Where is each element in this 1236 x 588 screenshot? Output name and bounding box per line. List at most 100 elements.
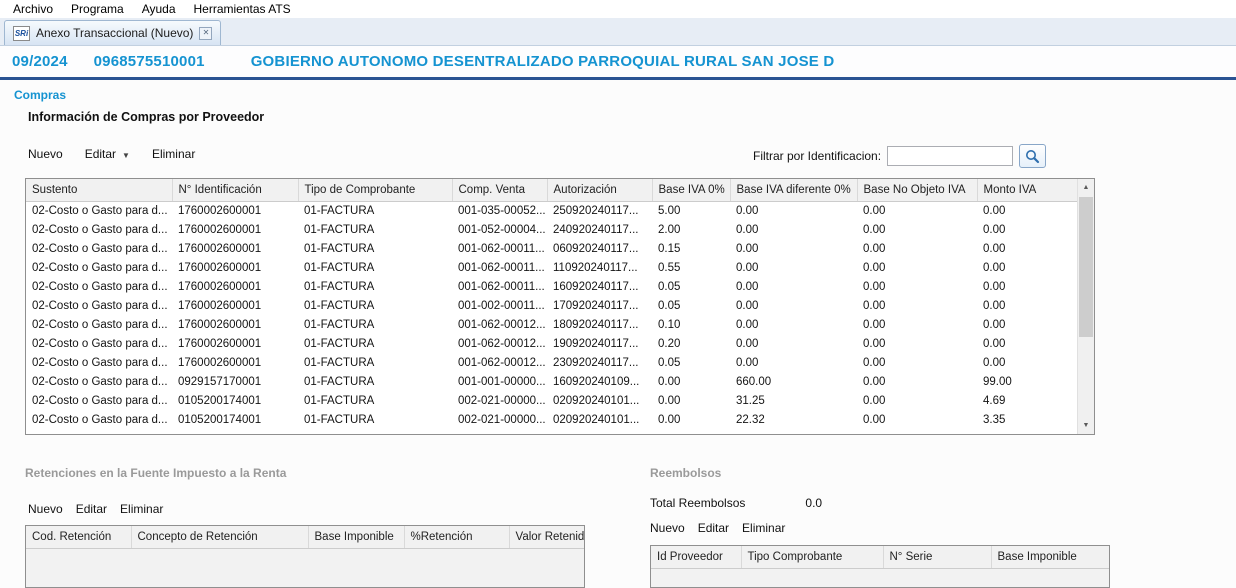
table-cell: 001-062-00012... (452, 334, 547, 353)
ret-editar-button[interactable]: Editar (76, 502, 107, 516)
tab-close-icon[interactable]: ✕ (199, 27, 212, 40)
table-cell: 001-062-00011... (452, 258, 547, 277)
column-header[interactable]: Base IVA diferente 0% (730, 179, 857, 201)
sri-logo-icon: SRi (13, 26, 30, 41)
table-cell: 0.00 (857, 239, 977, 258)
table-cell: 020920240101... (547, 391, 652, 410)
table-cell: 0.00 (730, 258, 857, 277)
menu-ayuda[interactable]: Ayuda (133, 2, 185, 16)
column-header[interactable]: Sustento (26, 179, 172, 201)
menu-herramientas-ats[interactable]: Herramientas ATS (185, 2, 300, 16)
table-cell: 01-FACTURA (298, 277, 452, 296)
table-cell: 0.00 (652, 391, 730, 410)
table-cell: 02-Costo o Gasto para d... (26, 277, 172, 296)
column-header[interactable]: Tipo Comprobante (741, 546, 883, 568)
search-button[interactable] (1019, 144, 1046, 168)
column-header[interactable]: Monto IVA (977, 179, 1077, 201)
page-title: Información de Compras por Proveedor (28, 110, 264, 124)
menu-programa[interactable]: Programa (62, 2, 133, 16)
table-cell: 1760002600001 (172, 334, 298, 353)
vertical-scrollbar[interactable]: ▲ ▼ (1077, 179, 1094, 434)
table-row[interactable]: 02-Costo o Gasto para d...17600026000010… (26, 201, 1077, 220)
table-cell: 0.10 (652, 315, 730, 334)
table-cell: 99.00 (977, 372, 1077, 391)
table-cell: 0.00 (857, 277, 977, 296)
column-header[interactable]: Cod. Retención (26, 526, 131, 548)
table-cell: 0.00 (730, 277, 857, 296)
data-grid: Id ProveedorTipo ComprobanteN° SerieBase… (651, 546, 1110, 569)
table-cell: 1760002600001 (172, 239, 298, 258)
column-header[interactable]: Valor Retenido (509, 526, 584, 548)
table-cell: 0.00 (857, 391, 977, 410)
column-header[interactable]: Base No Objeto IVA (857, 179, 977, 201)
column-header[interactable]: Autorización (547, 179, 652, 201)
table-cell: 0.00 (857, 410, 977, 429)
column-header[interactable]: Base IVA 0% (652, 179, 730, 201)
table-row[interactable]: 02-Costo o Gasto para d...17600026000010… (26, 315, 1077, 334)
filter-input[interactable] (887, 146, 1013, 166)
table-cell: 001-062-00011... (452, 277, 547, 296)
ree-nuevo-button[interactable]: Nuevo (650, 521, 685, 535)
ret-eliminar-button[interactable]: Eliminar (120, 502, 163, 516)
table-cell: 02-Costo o Gasto para d... (26, 353, 172, 372)
table-cell: 01-FACTURA (298, 258, 452, 277)
table-cell: 001-062-00012... (452, 353, 547, 372)
table-row[interactable]: 02-Costo o Gasto para d...1760002600001 0… (26, 334, 1077, 353)
table-cell: 5.00 (652, 201, 730, 220)
column-header[interactable]: Id Proveedor (651, 546, 741, 568)
tab-anexo-transaccional[interactable]: SRi Anexo Transaccional (Nuevo) ✕ (4, 20, 221, 45)
header-bar: 09/2024 0968575510001 GOBIERNO AUTONOMO … (0, 46, 1236, 80)
ree-eliminar-button[interactable]: Eliminar (742, 521, 785, 535)
column-header[interactable]: Concepto de Retención (131, 526, 308, 548)
table-cell: 2.00 (652, 220, 730, 239)
table-row[interactable]: 02-Costo o Gasto para d...01052001740010… (26, 410, 1077, 429)
table-cell: 0.00 (977, 353, 1077, 372)
table-row[interactable]: 02-Costo o Gasto para d...17600026000010… (26, 277, 1077, 296)
menubar: Archivo Programa Ayuda Herramientas ATS (0, 0, 1236, 18)
table-cell: 0105200174001 (172, 391, 298, 410)
column-header[interactable]: Base Imponible (308, 526, 404, 548)
editar-button[interactable]: Editar▼ (85, 147, 130, 161)
ree-editar-button[interactable]: Editar (698, 521, 729, 535)
table-cell: 02-Costo o Gasto para d... (26, 334, 172, 353)
table-cell: 001-001-00000... (452, 372, 547, 391)
ret-nuevo-button[interactable]: Nuevo (28, 502, 63, 516)
table-row[interactable]: 02-Costo o Gasto para d...17600026000010… (26, 220, 1077, 239)
table-cell: 002-021-00000... (452, 410, 547, 429)
nuevo-button[interactable]: Nuevo (28, 147, 63, 161)
table-row[interactable]: 02-Costo o Gasto para d...17600026000010… (26, 353, 1077, 372)
table-cell: 0.00 (730, 220, 857, 239)
table-row[interactable]: 02-Costo o Gasto para d...17600026000010… (26, 239, 1077, 258)
scroll-up-icon[interactable]: ▲ (1078, 179, 1094, 196)
table-cell: 02-Costo o Gasto para d... (26, 220, 172, 239)
header-entity-name: GOBIERNO AUTONOMO DESENTRALIZADO PARROQU… (251, 53, 835, 70)
column-header[interactable]: %Retención (404, 526, 509, 548)
table-row[interactable]: 02-Costo o Gasto para d...09291571700010… (26, 372, 1077, 391)
table-cell: 4.69 (977, 391, 1077, 410)
table-cell: 1760002600001 (172, 315, 298, 334)
table-row[interactable]: 02-Costo o Gasto para d...01052001740010… (26, 391, 1077, 410)
column-header[interactable]: N° Identificación (172, 179, 298, 201)
table-cell: 660.00 (730, 372, 857, 391)
section-compras[interactable]: Compras (14, 88, 66, 102)
table-cell: 01-FACTURA (298, 220, 452, 239)
table-cell: 020920240101... (547, 410, 652, 429)
table-cell: 160920240109... (547, 372, 652, 391)
eliminar-button[interactable]: Eliminar (152, 147, 195, 161)
retenciones-table: Cod. RetenciónConcepto de RetenciónBase … (25, 525, 585, 588)
menu-archivo[interactable]: Archivo (4, 2, 62, 16)
table-cell: 0.15 (652, 239, 730, 258)
table-cell: 0.00 (857, 201, 977, 220)
table-cell: 0.00 (857, 353, 977, 372)
column-header[interactable]: Comp. Venta (452, 179, 547, 201)
table-row[interactable]: 02-Costo o Gasto para d...17600026000010… (26, 296, 1077, 315)
scrollbar-thumb[interactable] (1079, 197, 1093, 337)
column-header[interactable]: Tipo de Comprobante (298, 179, 452, 201)
scroll-down-icon[interactable]: ▼ (1078, 417, 1094, 434)
table-cell: 0.00 (730, 315, 857, 334)
column-header[interactable]: N° Serie (883, 546, 991, 568)
retenciones-title: Retenciones en la Fuente Impuesto a la R… (25, 466, 286, 480)
reembolsos-toolbar: Nuevo Editar Eliminar (650, 521, 785, 535)
column-header[interactable]: Base Imponible (991, 546, 1109, 568)
table-row[interactable]: 02-Costo o Gasto para d...17600026000010… (26, 258, 1077, 277)
